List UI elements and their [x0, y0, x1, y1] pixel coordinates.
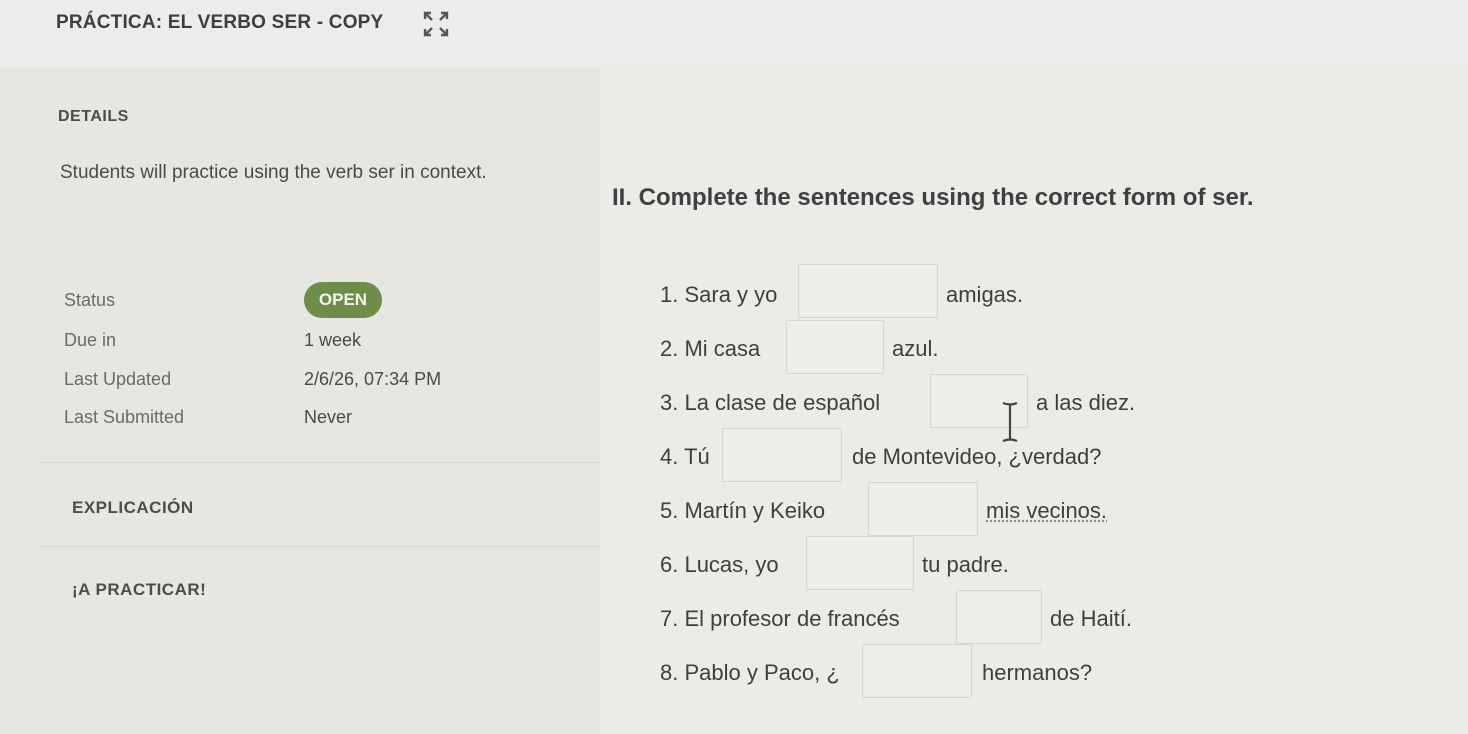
question-1-text: 1. Sara y yo	[660, 282, 778, 307]
details-heading: DETAILS	[58, 108, 129, 125]
question-6-ending: tu padre.	[922, 552, 1009, 577]
last-submitted-value: Never	[304, 407, 353, 427]
question-8-text: 8. Pablo y Paco, ¿	[660, 660, 840, 685]
question-6-text: 6. Lucas, yo	[660, 552, 779, 577]
last-updated-label: Last Updated	[64, 369, 172, 389]
top-bar: PRÁCTICA: EL VERBO SER - COPY	[0, 0, 1468, 69]
nav-explicacion[interactable]: EXPLICACIÓN	[72, 498, 194, 518]
question-3-ending: a las diez.	[1036, 390, 1136, 415]
question-7-text: 7. El profesor de francés	[660, 606, 900, 631]
question-2-text: 2. Mi casa	[660, 336, 761, 361]
assignment-description: Students will practice using the verb se…	[60, 162, 487, 183]
answer-input-7[interactable]	[956, 590, 1042, 644]
page-title: PRÁCTICA: EL VERBO SER - COPY	[56, 12, 384, 33]
status-badge: OPEN	[304, 282, 382, 318]
question-2-ending: azul.	[892, 336, 939, 361]
question-5-text: 5. Martín y Keiko	[660, 498, 826, 523]
answer-input-6[interactable]	[806, 536, 914, 590]
question-4-text: 4. Tú	[660, 444, 710, 469]
exercise-instructions: II. Complete the sentences using the cor…	[612, 184, 1254, 211]
last-submitted-label: Last Submitted	[64, 407, 185, 427]
question-5-ending: mis vecinos.	[986, 498, 1108, 523]
question-8-ending: hermanos?	[982, 660, 1093, 685]
answer-input-4[interactable]	[722, 428, 842, 482]
status-label: Status	[64, 290, 116, 310]
answer-input-5[interactable]	[868, 482, 978, 536]
expand-icon[interactable]	[422, 10, 450, 38]
question-1-ending: amigas.	[946, 282, 1024, 307]
divider	[40, 546, 600, 547]
answer-input-8[interactable]	[862, 644, 972, 698]
due-value: 1 week	[304, 330, 362, 350]
question-3-text: 3. La clase de español	[660, 390, 881, 415]
text-cursor-icon	[1002, 401, 1018, 443]
due-label: Due in	[64, 330, 117, 350]
last-updated-value: 2/6/26, 07:34 PM	[304, 369, 442, 389]
question-4-ending: de Montevideo, ¿verdad?	[852, 444, 1102, 469]
question-7-ending: de Haití.	[1050, 606, 1132, 631]
answer-input-1[interactable]	[798, 264, 938, 318]
answer-input-2[interactable]	[786, 320, 884, 374]
divider	[40, 462, 600, 463]
nav-a-practicar[interactable]: ¡A PRACTICAR!	[72, 580, 206, 600]
